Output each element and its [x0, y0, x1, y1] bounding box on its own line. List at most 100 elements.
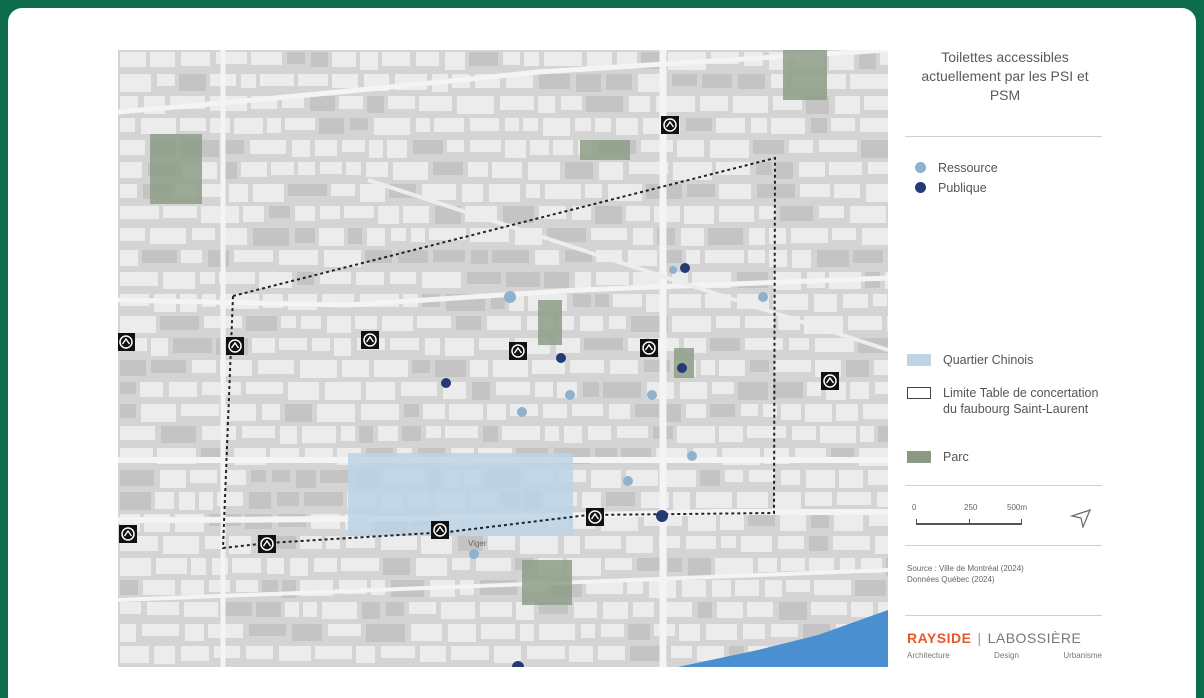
city-block [120, 184, 137, 198]
city-block [633, 602, 654, 617]
city-block [279, 250, 318, 265]
city-block [234, 118, 263, 134]
ressource-dot-icon [915, 162, 926, 173]
city-block [668, 558, 682, 572]
city-block [553, 140, 573, 155]
city-block [850, 206, 886, 223]
city-block [535, 250, 559, 265]
city-block [411, 228, 425, 242]
city-block [606, 74, 632, 90]
city-block [603, 602, 628, 619]
map-panel[interactable]: Viger [118, 50, 888, 667]
street-label-viger: Viger [468, 539, 487, 548]
city-block [179, 74, 206, 91]
publique-point [677, 363, 687, 373]
city-block [687, 184, 715, 197]
city-block [610, 360, 638, 374]
city-block [296, 470, 316, 488]
city-block [212, 558, 228, 575]
metro-icon [431, 521, 449, 539]
city-block [595, 118, 611, 132]
city-block [161, 426, 196, 443]
city-block [423, 404, 445, 419]
city-block [223, 140, 244, 154]
city-block [285, 404, 312, 422]
legend-panel: Toilettes accessibles actuellement par l… [905, 48, 1105, 105]
city-block [749, 228, 765, 245]
city-block [272, 470, 290, 482]
city-block [413, 140, 443, 154]
city-block [686, 536, 716, 549]
city-block [242, 426, 275, 438]
city-block [366, 382, 395, 400]
city-block [574, 602, 597, 618]
city-block [769, 250, 787, 267]
city-block [302, 426, 336, 443]
city-block [672, 316, 711, 332]
city-block [686, 404, 706, 418]
city-block [503, 52, 520, 65]
city-block [807, 382, 821, 396]
city-block [328, 624, 361, 636]
legend-item-publique: Publique [915, 180, 987, 196]
city-block [815, 338, 854, 352]
ressource-point [758, 292, 768, 302]
city-block [262, 580, 278, 592]
city-block [300, 360, 337, 378]
city-block [544, 272, 569, 288]
city-block [538, 96, 555, 113]
city-block [778, 536, 804, 549]
city-block [710, 140, 749, 158]
city-block [633, 228, 653, 245]
city-block [393, 162, 428, 180]
city-block [773, 294, 808, 310]
city-block [279, 646, 311, 661]
city-block [774, 360, 811, 372]
city-block [271, 162, 294, 175]
city-block [500, 96, 534, 110]
city-block [356, 272, 384, 285]
city-block [564, 536, 580, 554]
city-block [246, 382, 283, 394]
city-block [252, 338, 275, 353]
city-block [150, 52, 175, 67]
city-block [524, 52, 539, 66]
city-block [535, 382, 553, 397]
city-block [545, 184, 581, 199]
city-block [786, 580, 810, 592]
limite-swatch-icon [907, 387, 931, 399]
city-block [234, 250, 273, 262]
city-block [386, 602, 404, 616]
city-block [846, 360, 869, 377]
city-block [601, 624, 624, 637]
city-block [181, 250, 202, 263]
city-block [677, 140, 704, 157]
city-block [298, 74, 328, 86]
city-block [781, 404, 801, 420]
city-block [236, 580, 258, 592]
city-block [887, 316, 888, 331]
city-block [120, 646, 149, 663]
map-canvas[interactable]: Viger [118, 50, 888, 667]
city-block [452, 558, 470, 570]
city-block [120, 52, 146, 67]
city-block [120, 140, 145, 155]
city-block [861, 140, 888, 158]
city-block [156, 558, 187, 574]
city-block [869, 514, 888, 526]
city-block [862, 228, 888, 245]
city-block [479, 338, 509, 350]
city-block [371, 580, 385, 595]
city-block [157, 74, 175, 86]
quartier-chinois-area [348, 453, 573, 536]
city-block [716, 316, 740, 328]
city-block [279, 338, 307, 350]
city-block [850, 382, 869, 399]
city-block [741, 404, 758, 416]
city-block [698, 602, 712, 618]
city-block [719, 184, 751, 199]
city-block [120, 580, 138, 595]
city-block [665, 404, 681, 422]
city-block [181, 646, 209, 661]
city-block [839, 470, 863, 488]
